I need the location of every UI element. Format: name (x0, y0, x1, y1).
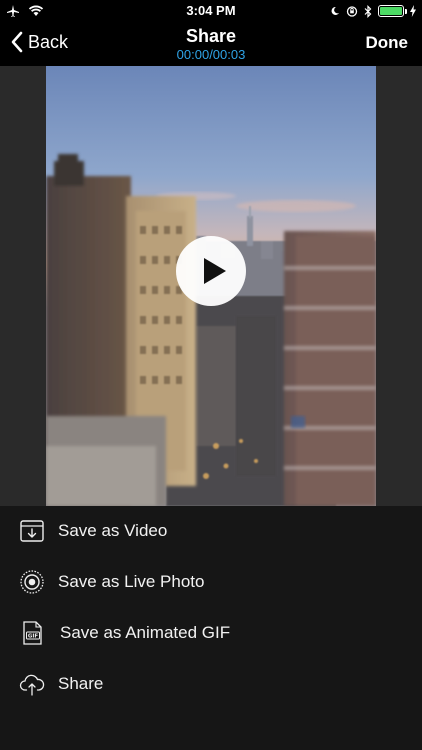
save-video-icon (20, 520, 44, 542)
nav-bar: Back Share 00:00/00:03 Done (0, 22, 422, 66)
cloud-upload-icon (19, 674, 45, 696)
save-as-animated-gif-row[interactable]: GIF Save as Animated GIF (0, 608, 422, 658)
action-label: Share (58, 674, 104, 693)
live-photo-icon (20, 570, 44, 594)
status-right-icons (330, 3, 416, 19)
video-area (0, 66, 422, 506)
save-as-live-photo-row[interactable]: Save as Live Photo (0, 557, 422, 607)
play-icon (204, 258, 226, 284)
battery-level (380, 7, 402, 15)
status-bar: 3:04 PM (0, 0, 422, 22)
action-label: Save as Live Photo (58, 572, 205, 591)
gif-file-icon: GIF (23, 621, 42, 645)
save-as-video-row[interactable]: Save as Video (0, 506, 422, 556)
done-button[interactable]: Done (366, 33, 409, 53)
play-button[interactable] (176, 236, 246, 306)
video-preview[interactable] (46, 66, 376, 506)
nav-title-group: Share 00:00/00:03 (0, 25, 422, 63)
page-title: Share (185, 26, 237, 46)
share-actions-list: Save as Video Save as Live Photo GIF Sav… (0, 506, 422, 750)
svg-text:GIF: GIF (28, 634, 39, 640)
charging-icon (410, 5, 416, 17)
share-row[interactable]: Share (0, 659, 422, 709)
bluetooth-icon (364, 4, 372, 18)
action-label: Save as Animated GIF (60, 623, 231, 642)
moon-icon (331, 6, 339, 15)
action-label: Save as Video (58, 521, 168, 540)
battery-icon (378, 5, 407, 17)
video-timecode: 00:00/00:03 (176, 47, 246, 62)
orientation-lock-icon (346, 6, 358, 17)
